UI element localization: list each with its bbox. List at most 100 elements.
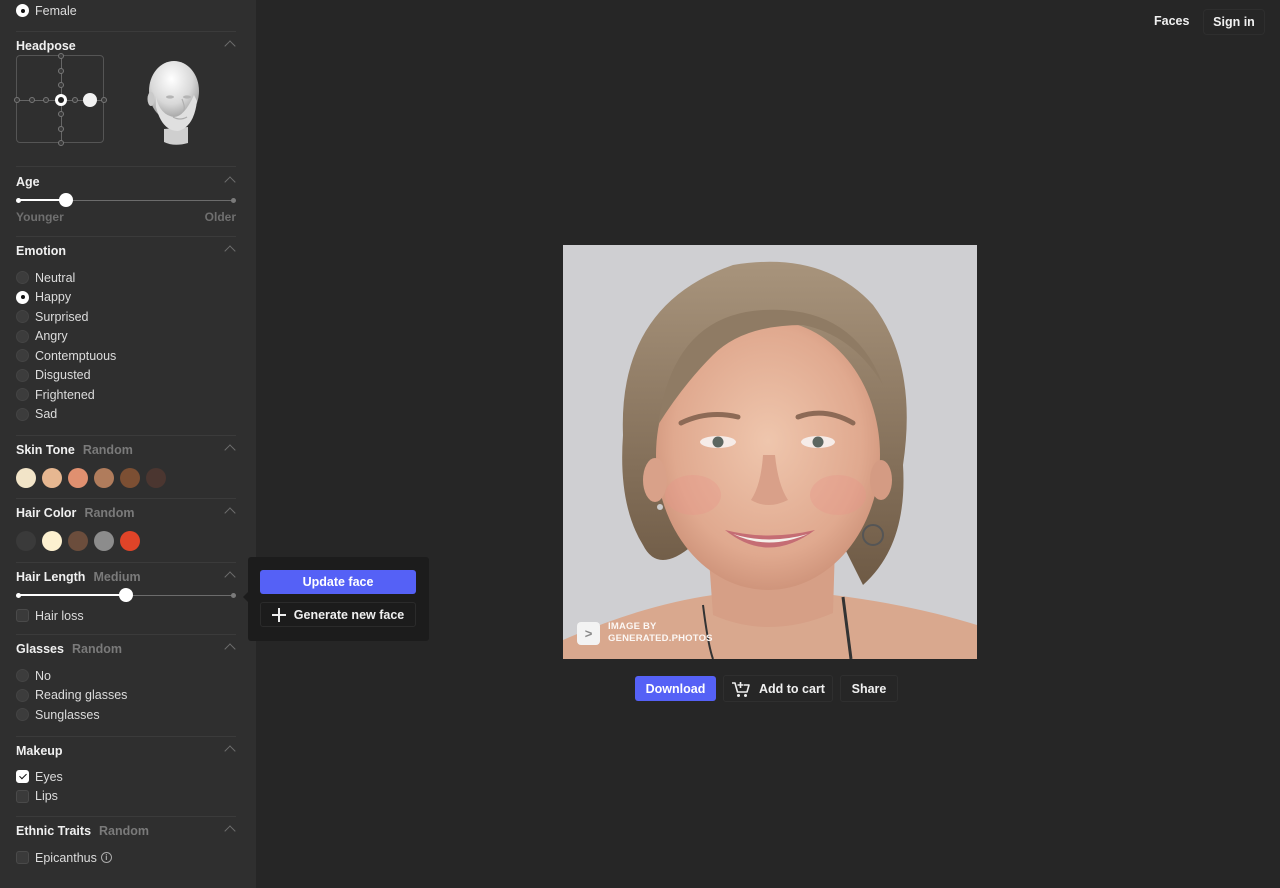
add-to-cart-button[interactable]: Add to cart	[723, 675, 833, 702]
headpose-grid-point[interactable]	[57, 125, 64, 132]
section-value: Medium	[93, 570, 141, 584]
radio-button[interactable]	[16, 708, 29, 722]
option-label: Lips	[35, 789, 58, 804]
radio-option[interactable]: Angry	[16, 327, 236, 347]
chevron-up-icon[interactable]	[224, 176, 236, 188]
radio-button[interactable]	[16, 349, 29, 363]
skin-tone-swatch[interactable]	[68, 468, 88, 488]
radio-option[interactable]: Frightened	[16, 385, 236, 405]
hair-loss-option[interactable]: Hair loss	[16, 606, 236, 626]
headpose-section: Headpose	[14, 37, 236, 157]
chevron-up-icon[interactable]	[224, 643, 236, 655]
hair-color-swatch[interactable]	[42, 531, 62, 551]
hair-loss-checkbox[interactable]	[16, 609, 29, 623]
headpose-grid-point[interactable]	[57, 67, 64, 74]
section-title: Headpose	[16, 39, 76, 53]
chevron-up-icon[interactable]	[224, 825, 236, 837]
skin-tone-swatch[interactable]	[146, 468, 166, 488]
update-popover: Update face Generate new face	[243, 557, 429, 641]
radio-option[interactable]: Sad	[16, 405, 236, 425]
radio-button[interactable]	[16, 310, 29, 324]
checkbox[interactable]	[16, 770, 29, 784]
headpose-grid-point[interactable]	[72, 96, 78, 103]
nav-faces-link[interactable]: Faces	[1154, 14, 1189, 28]
hair-color-swatch[interactable]	[94, 531, 114, 551]
checkbox-option[interactable]: Lips	[16, 787, 236, 807]
skin-tone-swatch[interactable]	[42, 468, 62, 488]
hair-color-swatch[interactable]	[16, 531, 36, 551]
radio-female[interactable]	[16, 4, 29, 18]
radio-button[interactable]	[16, 271, 29, 285]
radio-button[interactable]	[16, 669, 29, 683]
section-value: Random	[99, 824, 150, 838]
slider-thumb[interactable]	[119, 588, 133, 602]
radio-button[interactable]	[16, 407, 29, 421]
option-label: Angry	[35, 329, 68, 344]
chevron-up-icon[interactable]	[224, 507, 236, 519]
info-icon[interactable]: i	[100, 852, 112, 864]
section-title: Age	[16, 175, 40, 189]
head-3d-preview	[147, 61, 199, 145]
checkbox[interactable]	[16, 789, 29, 803]
radio-option[interactable]: Contemptuous	[16, 346, 236, 366]
skin-tone-swatch[interactable]	[16, 468, 36, 488]
section-value: Random	[82, 443, 133, 457]
radio-option[interactable]: Happy	[16, 288, 236, 308]
hair-length-slider[interactable]	[16, 588, 236, 602]
share-button[interactable]: Share	[840, 675, 898, 702]
age-slider[interactable]	[16, 193, 236, 207]
radio-button[interactable]	[16, 329, 29, 343]
headpose-grid-point[interactable]	[14, 96, 20, 103]
slider-end	[231, 197, 236, 203]
headpose-grid-point[interactable]	[101, 96, 107, 103]
epicanthus-option[interactable]: Epicanthus i	[16, 848, 236, 868]
radio-option[interactable]: Sunglasses	[16, 705, 236, 725]
age-section: Age Younger Older	[16, 173, 236, 224]
skin-tone-swatch[interactable]	[120, 468, 140, 488]
radio-option[interactable]: Reading glasses	[16, 686, 236, 706]
headpose-grid[interactable]	[14, 53, 107, 146]
headpose-grid-point[interactable]	[57, 111, 64, 117]
radio-button[interactable]	[16, 388, 29, 402]
radio-button[interactable]	[16, 688, 29, 702]
sign-in-button[interactable]: Sign in	[1203, 9, 1265, 35]
radio-option[interactable]: No	[16, 666, 236, 686]
age-max-label: Older	[204, 210, 236, 224]
option-label: Disgusted	[35, 368, 91, 383]
option-label: Hair loss	[35, 608, 84, 623]
hair-color-swatch[interactable]	[68, 531, 88, 551]
chevron-up-icon[interactable]	[224, 571, 236, 583]
download-button[interactable]: Download	[635, 676, 716, 701]
headpose-grid-point[interactable]	[57, 140, 64, 146]
radio-option[interactable]: Neutral	[16, 268, 236, 288]
option-label: Reading glasses	[35, 688, 128, 703]
sex-option-female[interactable]: Female	[16, 1, 236, 21]
radio-option[interactable]: Disgusted	[16, 366, 236, 386]
generate-new-face-button[interactable]: Generate new face	[260, 602, 416, 627]
generate-label: Generate new face	[293, 607, 405, 622]
chevron-up-icon[interactable]	[224, 745, 236, 757]
chevron-up-icon[interactable]	[224, 444, 236, 456]
update-face-button[interactable]: Update face	[260, 570, 416, 594]
section-title: Emotion	[16, 244, 66, 258]
chevron-up-icon[interactable]	[224, 245, 236, 257]
radio-button[interactable]	[16, 290, 29, 304]
headpose-center-point[interactable]	[54, 93, 67, 106]
skin-tone-swatch[interactable]	[94, 468, 114, 488]
hair-color-swatch[interactable]	[120, 531, 140, 551]
headpose-grid-point[interactable]	[28, 96, 35, 103]
radio-button[interactable]	[16, 368, 29, 382]
checkbox-option[interactable]: Eyes	[16, 767, 236, 787]
chevron-up-icon[interactable]	[224, 40, 236, 52]
headpose-grid-point[interactable]	[57, 82, 64, 88]
section-title: Ethnic Traits	[16, 824, 92, 838]
headpose-handle[interactable]	[82, 92, 97, 107]
epicanthus-checkbox[interactable]	[16, 851, 29, 865]
face-illustration	[563, 245, 977, 659]
headpose-grid-point[interactable]	[57, 53, 64, 59]
radio-option[interactable]: Surprised	[16, 307, 236, 327]
headpose-grid-point[interactable]	[43, 96, 49, 103]
slider-thumb[interactable]	[58, 193, 73, 207]
makeup-section: Makeup Eyes Lips	[16, 742, 236, 806]
slider-start	[16, 592, 21, 598]
